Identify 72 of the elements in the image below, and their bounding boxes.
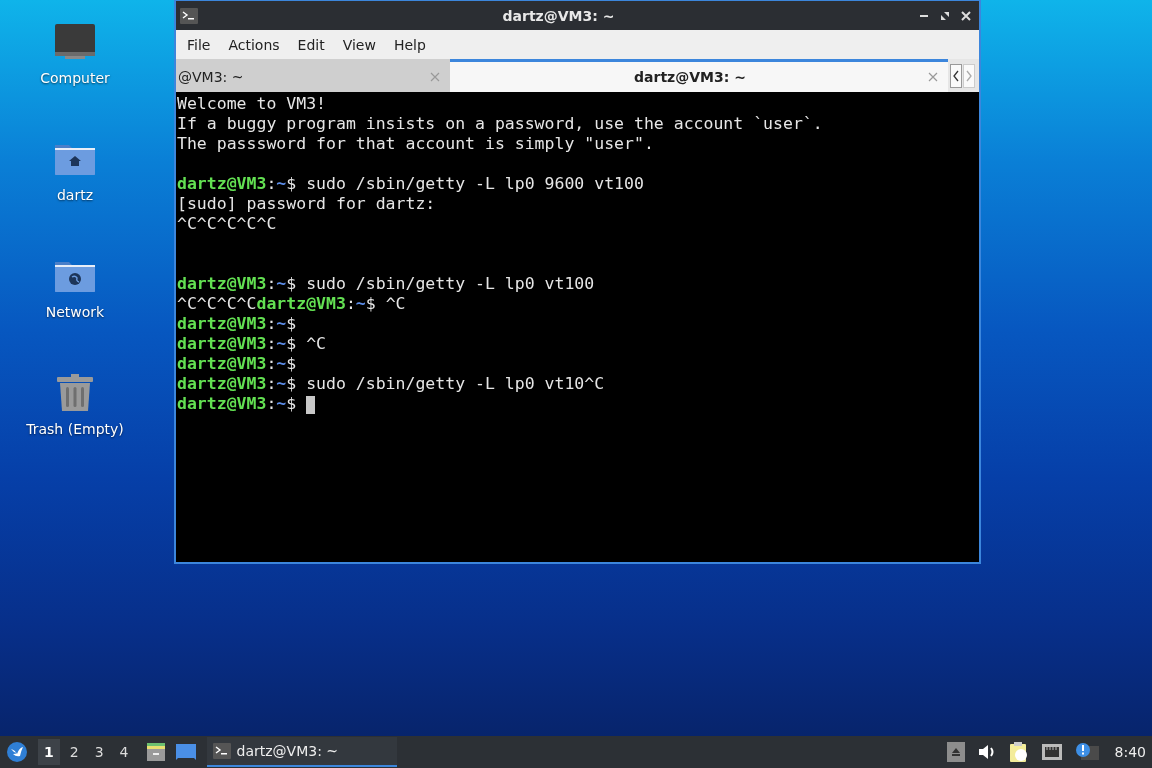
terminal-area[interactable] [176, 92, 979, 562]
terminal-text: : [266, 274, 277, 293]
chevron-left-icon[interactable] [950, 63, 962, 88]
prompt-user: dartz@VM3 [177, 174, 267, 193]
terminal-text: ^C^C^C^C^C [177, 214, 277, 233]
prompt-user: dartz@VM3 [177, 274, 267, 293]
prompt-user: dartz@VM3 [177, 394, 267, 413]
prompt-user: dartz@VM3 [177, 374, 267, 393]
clock[interactable]: 8:40 [1114, 744, 1146, 760]
terminal-text: : [266, 314, 277, 333]
terminal-text: ^C^C^C^C [177, 294, 257, 313]
terminal-icon [180, 7, 198, 24]
tab[interactable]: dartz@VM3: ~ [450, 59, 948, 92]
taskbar-label: dartz@VM3: ~ [236, 743, 339, 759]
maximize-icon[interactable] [940, 10, 950, 21]
terminal-text: [sudo] password for dartz: [177, 194, 436, 213]
start-menu-icon[interactable] [6, 741, 28, 763]
taskbar-button[interactable]: dartz@VM3: ~ [206, 737, 397, 767]
terminal-icon [212, 743, 231, 759]
workspace-button[interactable]: 3 [88, 739, 110, 765]
prompt-user: dartz@VM3 [177, 354, 267, 373]
prompt-path: ~ [276, 274, 287, 293]
terminal-text: $ [286, 314, 297, 333]
terminal-text: $ sudo /sbin/getty -L lp0 vt10^C [286, 374, 605, 393]
notification-icon[interactable] [1074, 742, 1099, 762]
workspace-button[interactable]: 1 [38, 739, 60, 765]
terminal-text: $ ^C [365, 294, 406, 313]
prompt-path: ~ [276, 394, 287, 413]
menu-item[interactable]: Help [393, 36, 435, 53]
desktop-icon[interactable] [174, 741, 197, 763]
menu-item[interactable]: View [342, 36, 385, 53]
terminal-text: The passsword for that account is simply "user". [177, 134, 654, 153]
prompt-path: ~ [276, 334, 287, 353]
tab-label: dartz@VM3: ~ [633, 69, 747, 85]
terminal-text: : [266, 354, 277, 373]
prompt-path: ~ [276, 374, 287, 393]
terminal-text: : [266, 374, 277, 393]
tab-label: @VM3: ~ [178, 69, 245, 85]
prompt-path: ~ [276, 174, 287, 193]
text-cursor [306, 395, 316, 414]
prompt-path: ~ [355, 294, 366, 313]
workspace-button[interactable]: 4 [113, 739, 135, 765]
clipboard-icon[interactable] [1008, 741, 1029, 763]
terminal-text: $ ^C [286, 334, 327, 353]
icon-label[interactable]: Network [45, 304, 105, 320]
terminal-text: : [345, 294, 356, 313]
menu-item[interactable]: Edit [297, 36, 334, 53]
workspace-button[interactable]: 2 [63, 739, 85, 765]
menu-item[interactable]: Actions [228, 36, 289, 53]
prompt-user: dartz@VM3 [177, 334, 267, 353]
tab[interactable]: @VM3: ~ [176, 59, 450, 92]
menu-item[interactable]: File [187, 36, 220, 53]
prompt-user: dartz@VM3 [256, 294, 346, 313]
terminal-text: If a buggy program insists on a password, use the account `user`. [177, 114, 823, 133]
network-icon[interactable] [1040, 743, 1063, 761]
prompt-path: ~ [276, 354, 287, 373]
icon-label[interactable]: Trash (Empty) [26, 421, 124, 437]
terminal-text: : [266, 334, 277, 353]
terminal-text: $ sudo /sbin/getty -L lp0 vt100 [286, 274, 595, 293]
window-title: dartz@VM3: ~ [501, 7, 616, 24]
file-cabinet-icon[interactable] [144, 741, 167, 763]
terminal-text: $ sudo /sbin/getty -L lp0 9600 vt100 [286, 174, 644, 193]
terminal-text: Welcome to VM3! [177, 94, 326, 113]
computer-icon[interactable] [53, 22, 97, 62]
terminal-text: $ [286, 394, 298, 413]
prompt-user: dartz@VM3 [177, 314, 267, 333]
terminal-text: $ [286, 354, 297, 373]
terminal-text: : [266, 394, 277, 413]
eject-icon[interactable] [946, 742, 965, 762]
prompt-path: ~ [276, 314, 287, 333]
terminal-text: : [266, 174, 277, 193]
icon-label[interactable]: dartz [56, 187, 94, 203]
